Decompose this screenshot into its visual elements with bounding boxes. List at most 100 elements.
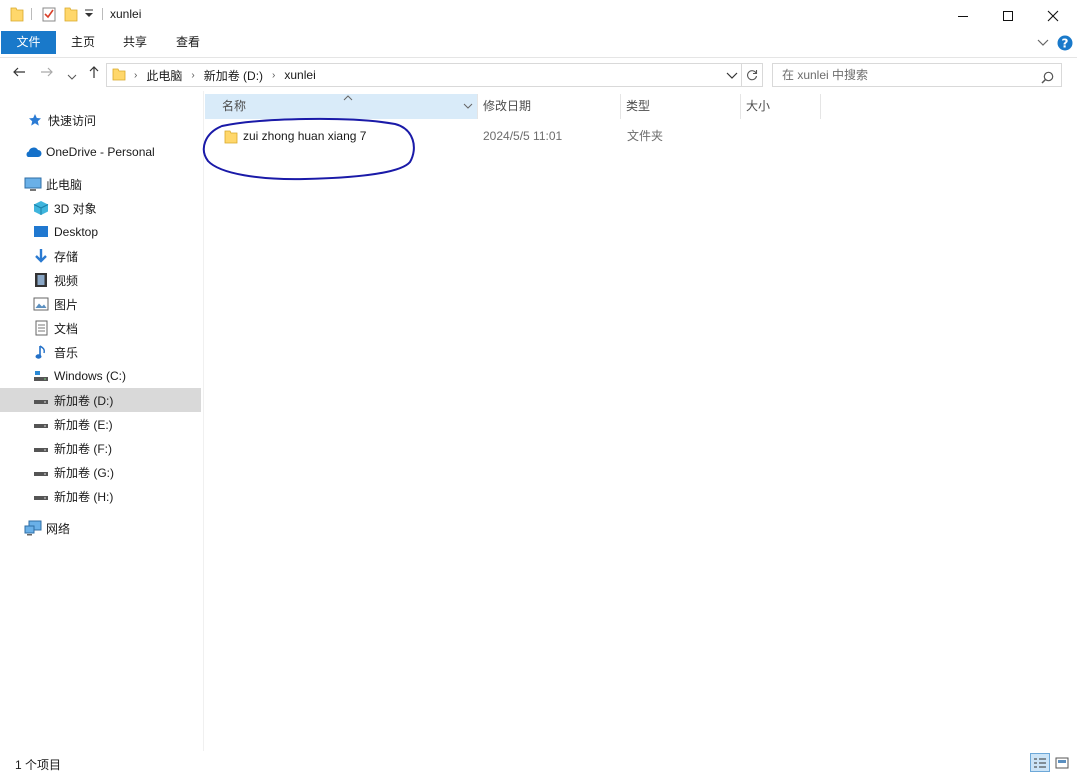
breadcrumb-xunlei[interactable]: xunlei: [284, 68, 315, 82]
cube-icon: [32, 200, 50, 216]
sidebar-item-label: Windows (C:): [54, 369, 127, 383]
sidebar-item-onedrive[interactable]: OneDrive - Personal: [0, 140, 201, 164]
sidebar-item-drive-c[interactable]: Windows (C:): [0, 364, 201, 388]
column-header-size[interactable]: 大小: [740, 94, 820, 119]
sort-ascending-icon: [343, 86, 353, 111]
address-row: › 此电脑 › 新加卷 (D:) › xunlei 在 xunlei 中搜索: [0, 58, 1077, 91]
sidebar-item-label: 图片: [54, 297, 79, 312]
sidebar-item-drive-d[interactable]: 新加卷 (D:): [0, 388, 201, 412]
properties-icon[interactable]: [42, 6, 56, 22]
video-icon: [32, 272, 50, 288]
address-dropdown-icon[interactable]: [726, 70, 738, 84]
column-dropdown-icon[interactable]: [463, 94, 473, 119]
column-header-modified[interactable]: 修改日期: [477, 94, 620, 119]
file-type: 文件夹: [627, 129, 664, 143]
file-modified: 2024/5/5 11:01: [483, 129, 563, 143]
address-bar[interactable]: › 此电脑 › 新加卷 (D:) › xunlei: [106, 63, 742, 87]
details-view-icon[interactable]: [1030, 753, 1050, 772]
music-icon: [32, 344, 50, 360]
maximize-icon[interactable]: [985, 0, 1031, 31]
drive-icon: [32, 392, 50, 408]
forward-icon[interactable]: [40, 65, 54, 82]
help-icon[interactable]: ?: [1057, 35, 1073, 54]
large-icons-view-icon[interactable]: [1052, 753, 1072, 772]
title-bar: xunlei: [0, 0, 1077, 31]
navigation-pane: 快速访问 OneDrive - Personal 此电脑 3D 对象 Deskt…: [0, 91, 203, 751]
svg-text:?: ?: [1062, 37, 1069, 51]
sidebar-item-drive-f[interactable]: 新加卷 (F:): [0, 436, 201, 460]
sidebar-item-label: OneDrive - Personal: [46, 145, 155, 159]
expand-ribbon-icon[interactable]: [1037, 37, 1049, 51]
sidebar-item-this-pc[interactable]: 此电脑: [0, 172, 201, 196]
sidebar-item-label: 新加卷 (F:): [54, 441, 112, 456]
sidebar-item-drive-h[interactable]: 新加卷 (H:): [0, 484, 201, 508]
chevron-right-icon[interactable]: ›: [272, 70, 275, 81]
computer-icon: [24, 176, 42, 192]
back-icon[interactable]: [12, 65, 26, 82]
drive-icon: [32, 440, 50, 456]
sidebar-item-videos[interactable]: 视频: [0, 268, 201, 292]
status-item-count: 1 个项目: [15, 758, 62, 772]
sidebar-item-label: 存储: [54, 249, 79, 264]
up-icon[interactable]: [87, 65, 101, 82]
breadcrumb-drive-d[interactable]: 新加卷 (D:): [204, 67, 263, 84]
search-icon[interactable]: [1041, 69, 1054, 91]
search-input[interactable]: 在 xunlei 中搜索: [772, 63, 1062, 87]
chevron-right-icon[interactable]: ›: [134, 70, 137, 81]
document-icon: [32, 320, 50, 336]
sidebar-item-downloads[interactable]: 存储: [0, 244, 201, 268]
annotation-circle: [202, 117, 415, 181]
tab-view[interactable]: 查看: [162, 31, 214, 54]
pane-divider[interactable]: [203, 91, 204, 751]
toolbar-divider: [102, 8, 103, 20]
sidebar-item-label: 3D 对象: [54, 201, 97, 216]
sidebar-item-label: 网络: [46, 521, 71, 536]
sidebar-item-music[interactable]: 音乐: [0, 340, 201, 364]
column-divider[interactable]: [820, 94, 821, 119]
sidebar-item-network[interactable]: 网络: [0, 516, 201, 540]
drive-icon: [32, 464, 50, 480]
sidebar-item-quick-access[interactable]: 快速访问: [0, 108, 201, 132]
toolbar-divider: [31, 8, 32, 20]
sidebar-item-documents[interactable]: 文档: [0, 316, 201, 340]
sidebar-item-label: 此电脑: [46, 177, 83, 192]
tab-share[interactable]: 共享: [109, 31, 161, 54]
column-header-type[interactable]: 类型: [620, 94, 740, 119]
sidebar-item-label: Desktop: [54, 225, 99, 239]
folder-icon: [112, 67, 126, 84]
sidebar-item-label: 音乐: [54, 345, 79, 360]
chevron-right-icon[interactable]: ›: [191, 70, 194, 81]
ribbon: 文件 主页 共享 查看 ?: [0, 31, 1077, 58]
sidebar-item-label: 视频: [54, 273, 79, 288]
customize-toolbar-icon[interactable]: [84, 9, 94, 19]
new-folder-icon[interactable]: [64, 6, 78, 22]
tab-file[interactable]: 文件: [1, 31, 56, 54]
star-icon: [26, 112, 44, 128]
refresh-icon[interactable]: [741, 63, 763, 87]
column-header-label: 名称: [222, 99, 247, 113]
close-icon[interactable]: [1030, 0, 1076, 31]
download-icon: [32, 248, 50, 264]
window-title: xunlei: [110, 7, 142, 21]
recent-locations-icon[interactable]: [67, 68, 77, 84]
sidebar-item-3d-objects[interactable]: 3D 对象: [0, 196, 201, 220]
folder-icon: [10, 6, 24, 22]
search-placeholder: 在 xunlei 中搜索: [782, 68, 869, 82]
tab-home[interactable]: 主页: [57, 31, 109, 54]
sidebar-item-pictures[interactable]: 图片: [0, 292, 201, 316]
sidebar-item-drive-g[interactable]: 新加卷 (G:): [0, 460, 201, 484]
breadcrumb-this-pc[interactable]: 此电脑: [146, 67, 182, 84]
sidebar-item-desktop[interactable]: Desktop: [0, 220, 201, 244]
sidebar-item-label: 新加卷 (H:): [54, 489, 114, 504]
drive-icon: [32, 488, 50, 504]
network-icon: [24, 520, 42, 536]
drive-icon: [32, 416, 50, 432]
system-drive-icon: [32, 368, 50, 384]
sidebar-item-label: 文档: [54, 321, 79, 336]
sidebar-item-drive-e[interactable]: 新加卷 (E:): [0, 412, 201, 436]
cloud-icon: [24, 144, 42, 160]
desktop-icon: [32, 224, 50, 240]
sidebar-item-label: 快速访问: [48, 113, 97, 128]
minimize-icon[interactable]: [940, 0, 986, 31]
sidebar-item-label: 新加卷 (D:): [54, 393, 114, 408]
